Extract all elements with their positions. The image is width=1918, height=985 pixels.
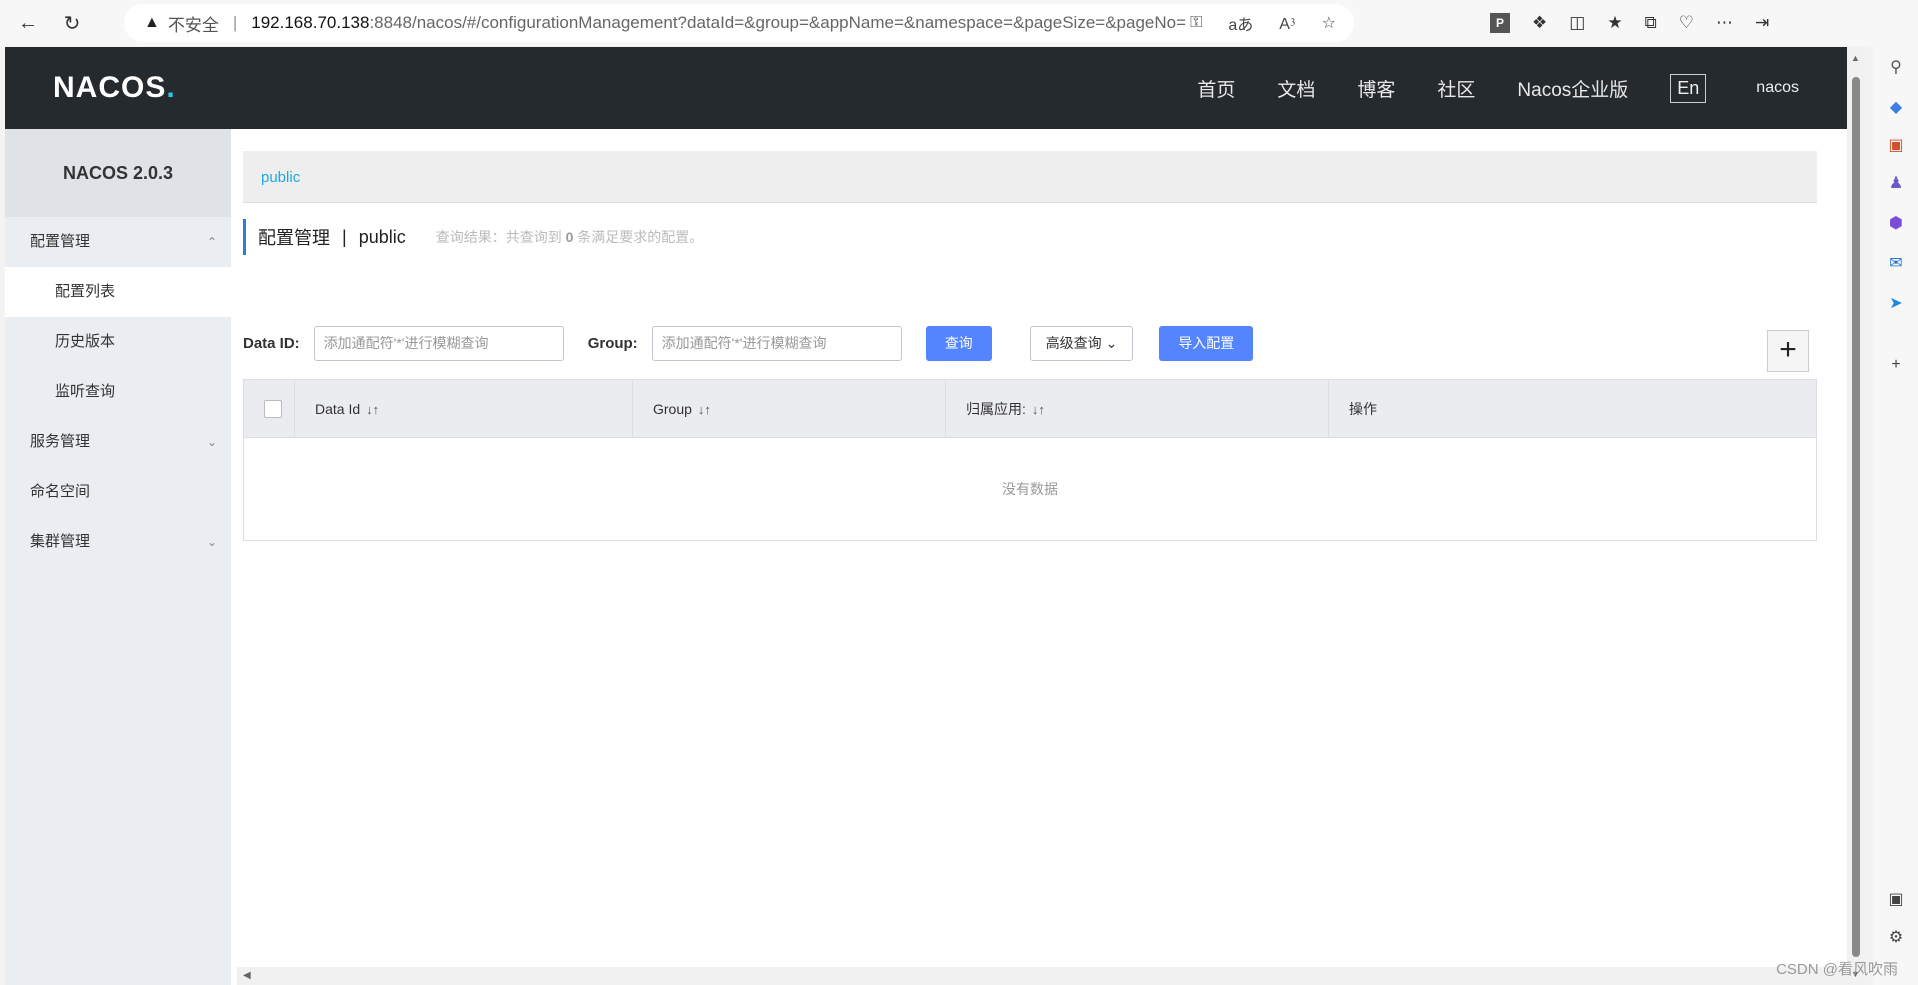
column-data-id[interactable]: Data Id ↓↑: [294, 380, 632, 438]
chevron-down-icon: ⌄: [206, 435, 217, 449]
send-icon[interactable]: ➤: [1885, 292, 1907, 314]
query-button[interactable]: 查询: [925, 325, 992, 361]
menu-listener-query[interactable]: 监听查询: [5, 367, 231, 417]
main-content: public 配置管理 | public 查询结果：共查询到 0 条满足要求的配…: [243, 129, 1823, 985]
address-separator: |: [232, 13, 238, 32]
namespace-bar: public: [243, 151, 1817, 203]
page-title: 配置管理 | public 查询结果：共查询到 0 条满足要求的配置。: [243, 219, 703, 255]
import-config-button[interactable]: 导入配置: [1159, 325, 1254, 361]
scroll-left-icon[interactable]: ◀: [243, 970, 251, 981]
key-icon[interactable]: ⚿: [1190, 14, 1202, 32]
search-icon[interactable]: ⚲: [1885, 56, 1907, 78]
menu-history[interactable]: 历史版本: [5, 317, 231, 367]
office-icon[interactable]: ⬢: [1885, 212, 1907, 234]
query-result-text: 查询结果：共查询到 0 条满足要求的配置。: [435, 229, 704, 245]
language-button[interactable]: En: [1670, 73, 1707, 103]
nav-community[interactable]: 社区: [1437, 75, 1475, 102]
select-all-checkbox[interactable]: [264, 400, 282, 418]
sort-icon[interactable]: ↓↑: [366, 402, 379, 417]
menu-config-list[interactable]: 配置列表: [5, 267, 231, 317]
chevron-up-icon: ⌃: [206, 235, 217, 249]
insecure-label: 不安全: [167, 15, 219, 35]
nav-blog[interactable]: 博客: [1357, 75, 1395, 102]
page-viewport: NACOS. 首页 文档 博客 社区 Nacos企业版 En nacos NAC…: [5, 47, 1847, 985]
scroll-up-icon[interactable]: ▲: [1851, 53, 1860, 63]
extensions-icon[interactable]: ❖: [1532, 13, 1547, 33]
watermark: CSDN @看风吹雨: [1776, 961, 1898, 978]
top-navigation: NACOS. 首页 文档 博客 社区 Nacos企业版 En nacos: [5, 47, 1847, 129]
chess-icon[interactable]: ♟: [1885, 172, 1907, 194]
nav-enterprise[interactable]: Nacos企业版: [1517, 75, 1628, 102]
column-operation: 操作: [1328, 380, 1816, 438]
menu-namespace[interactable]: 命名空间: [5, 467, 231, 517]
menu-config-management[interactable]: 配置管理 ⌃: [5, 217, 231, 267]
screenshot-icon[interactable]: ▣: [1885, 888, 1907, 910]
browser-sidebar: ⚲ ◆ ▣ ♟ ⬢ ✉ ➤ + ▣ ⚙: [1874, 46, 1918, 985]
dataid-label: Data ID:: [243, 334, 300, 352]
favorite-star-icon[interactable]: ☆: [1322, 13, 1336, 33]
tag-icon[interactable]: ◆: [1885, 96, 1907, 118]
read-aloud-icon[interactable]: A⁳: [1279, 13, 1295, 34]
favorites-icon[interactable]: ★: [1607, 13, 1622, 33]
group-label: Group:: [587, 334, 638, 352]
refresh-icon[interactable]: ↻: [52, 5, 92, 41]
address-bar[interactable]: ▲ 不安全 | 192.168.70.138:8848/nacos/#/conf…: [124, 4, 1354, 42]
outlook-icon[interactable]: ✉: [1885, 252, 1907, 274]
nacos-logo[interactable]: NACOS.: [53, 71, 176, 105]
nav-docs[interactable]: 文档: [1277, 75, 1315, 102]
chevron-down-icon: ⌄: [1105, 334, 1118, 351]
add-config-button[interactable]: +: [1767, 330, 1809, 372]
menu-service-management[interactable]: 服务管理 ⌄: [5, 417, 231, 467]
url-host: 192.168.70.138: [251, 13, 370, 32]
sort-icon[interactable]: ↓↑: [1032, 402, 1045, 417]
left-menu: NACOS 2.0.3 配置管理 ⌃ 配置列表 历史版本 监听查询 服务管理 ⌄…: [5, 129, 231, 985]
browser-toolbar: ← ↻ ▲ 不安全 | 192.168.70.138:8848/nacos/#/…: [0, 0, 1918, 46]
back-icon[interactable]: ←: [8, 5, 48, 41]
chevron-down-icon: ⌄: [206, 535, 217, 549]
translate-icon[interactable]: aあ: [1228, 11, 1253, 35]
column-group[interactable]: Group ↓↑: [632, 380, 945, 438]
toolbox-icon[interactable]: ▣: [1885, 134, 1907, 156]
url-path: :8848/nacos/#/configurationManagement?da…: [369, 13, 1187, 32]
add-icon[interactable]: +: [1885, 354, 1907, 376]
namespace-tab-public[interactable]: public: [261, 169, 300, 186]
empty-state: 没有数据: [1002, 481, 1058, 497]
horizontal-scrollbar[interactable]: ◀: [237, 967, 1847, 985]
settings-icon[interactable]: ⚙: [1885, 926, 1907, 948]
table-header: Data Id ↓↑ Group ↓↑ 归属应用: ↓↑ 操作: [244, 380, 1816, 438]
user-name[interactable]: nacos: [1756, 79, 1799, 97]
health-icon[interactable]: ♡: [1679, 13, 1694, 33]
search-form: Data ID: 添加通配符'*'进行模糊查询 Group: 添加通配符'*'进…: [243, 325, 1291, 361]
menu-cluster-management[interactable]: 集群管理 ⌄: [5, 517, 231, 567]
column-app[interactable]: 归属应用: ↓↑: [945, 380, 1328, 438]
config-table: Data Id ↓↑ Group ↓↑ 归属应用: ↓↑ 操作 没有数据: [243, 379, 1817, 541]
split-screen-icon[interactable]: ◫: [1569, 13, 1585, 33]
sidebar-toggle-icon[interactable]: ⇥: [1755, 13, 1769, 33]
nav-home[interactable]: 首页: [1197, 75, 1235, 102]
sort-icon[interactable]: ↓↑: [698, 402, 711, 417]
advanced-query-button[interactable]: 高级查询 ⌄: [1029, 325, 1134, 361]
extension-p-icon[interactable]: P: [1490, 13, 1510, 33]
vertical-scrollbar[interactable]: ▲ ▼: [1847, 47, 1865, 985]
version-title: NACOS 2.0.3: [5, 129, 231, 217]
dataid-input[interactable]: 添加通配符'*'进行模糊查询: [313, 325, 564, 361]
scrollbar-thumb[interactable]: [1852, 77, 1860, 957]
warning-icon: ▲: [144, 14, 160, 31]
more-icon[interactable]: ⋯: [1716, 13, 1733, 33]
collections-icon[interactable]: ⧉: [1645, 13, 1657, 33]
group-input[interactable]: 添加通配符'*'进行模糊查询: [651, 325, 902, 361]
